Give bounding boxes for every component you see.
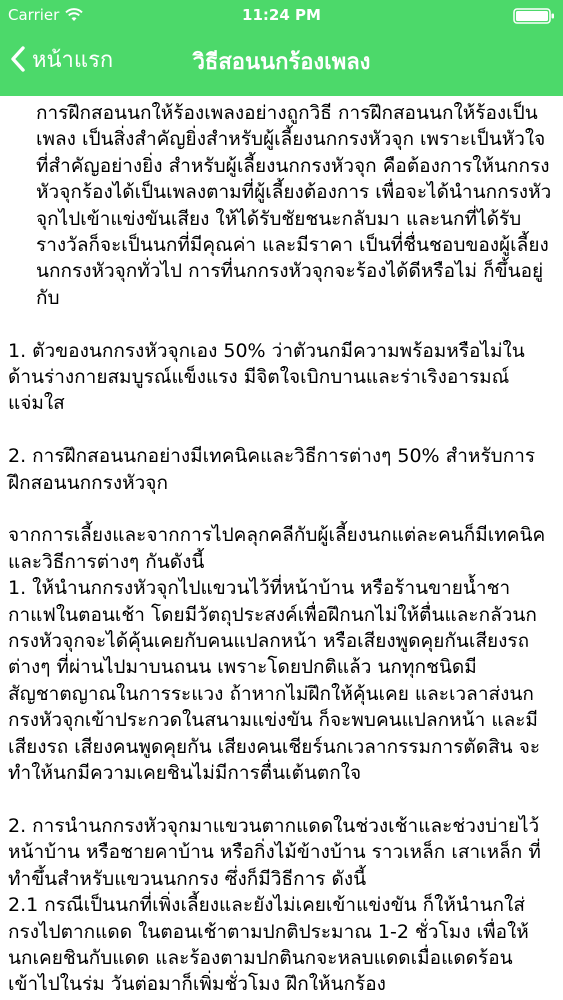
article-point-1: 1. ตัวของนกกรงหัวจุกเอง 50% ว่าตัวนกมีคว… <box>8 339 525 415</box>
article-step-2: 2. การนำนกกรงหัวจุกมาแขวนตากแดดในช่วงเช้… <box>8 814 541 890</box>
article-intro: การฝึกสอนนกให้ร้องเพลงอย่างถูกวิธี การฝึ… <box>36 102 552 309</box>
battery-icon <box>513 8 554 24</box>
article-body: การฝึกสอนนกให้ร้องเพลงอย่างถูกวิธี การฝึ… <box>8 96 553 1000</box>
navigation-bar: หน้าแรก วิธีสอนนกร้องเพลง <box>0 34 563 84</box>
status-time: 11:24 PM <box>242 6 321 24</box>
article-step-2-1: 2.1 กรณีเป็นนกที่เพิ่งเลี้ยงและยังไม่เคย… <box>8 894 529 996</box>
header: Carrier 11:24 PM หน้าแรก วิธีสอนนกร้องเพ… <box>0 0 563 96</box>
status-bar: Carrier 11:24 PM <box>0 0 563 30</box>
article-lead: จากการเลี้ยงและจากการไปคลุกคลีกับผู้เลี้… <box>8 524 546 573</box>
article-point-2: 2. การฝึกสอนนกอย่างมีเทคนิคและวิธีการต่า… <box>8 445 536 494</box>
article-step-1: 1. ให้นำนกกรงหัวจุกไปแขวนไว้ที่หน้าบ้าน … <box>8 577 541 785</box>
page-title: วิธีสอนนกร้องเพลง <box>192 50 371 75</box>
